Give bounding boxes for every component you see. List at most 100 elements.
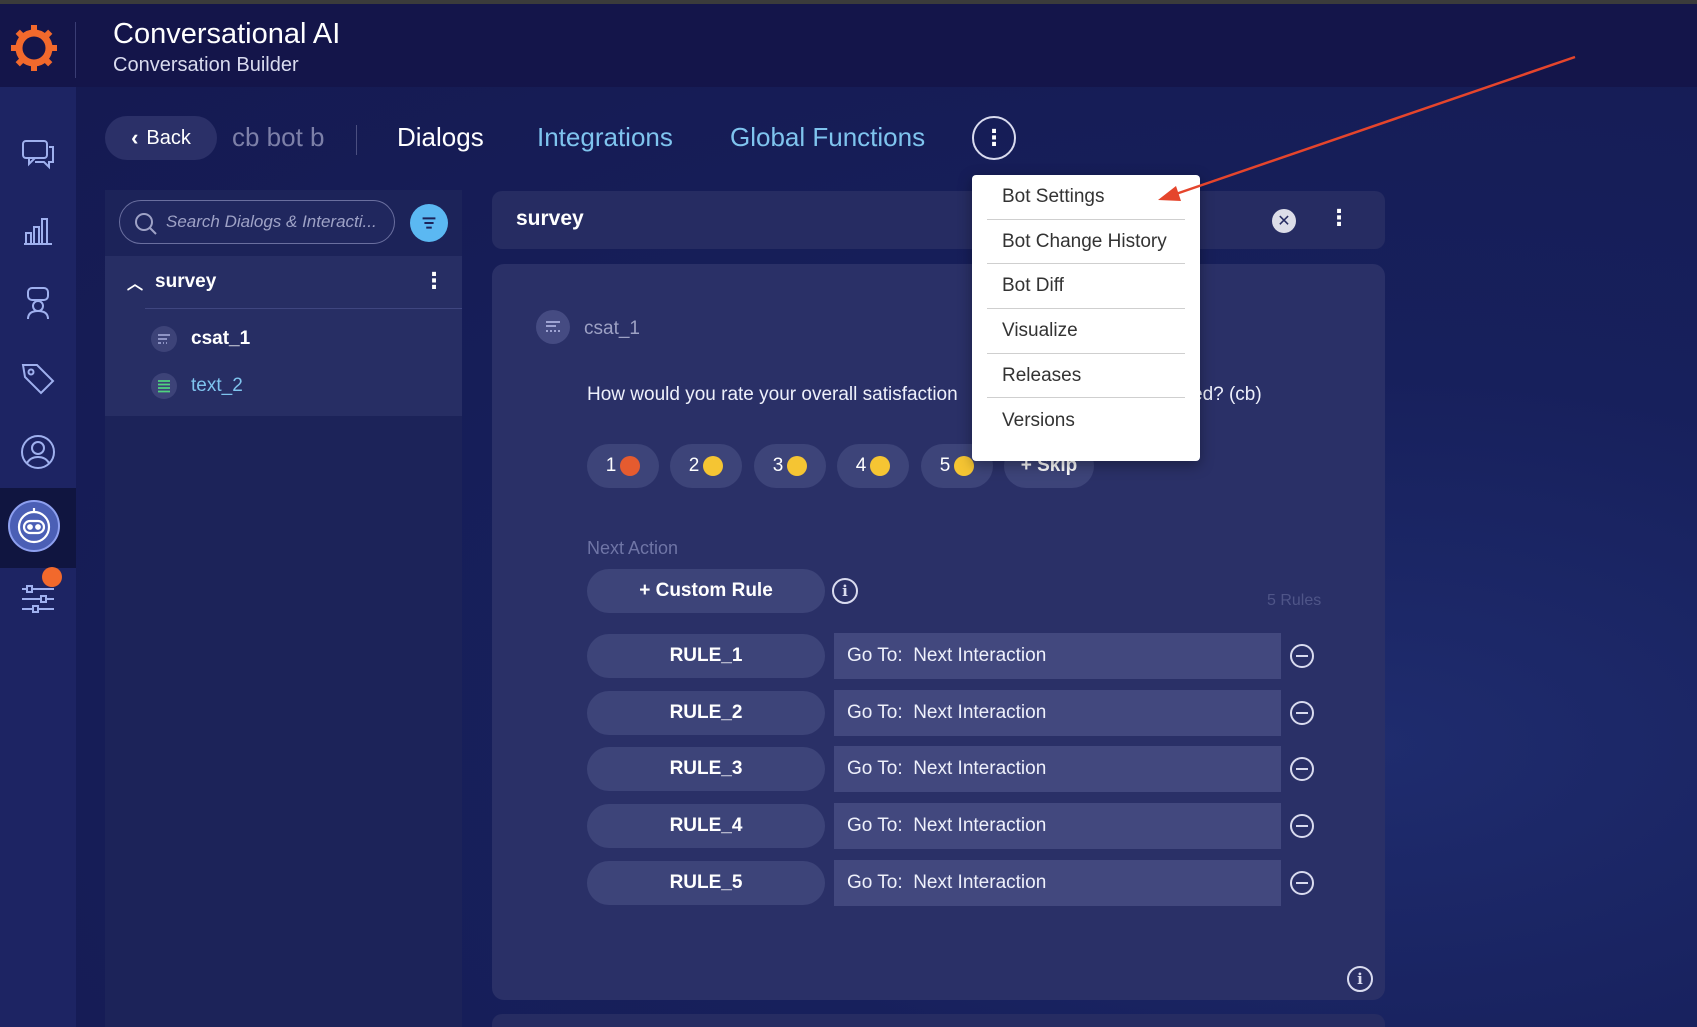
header-divider <box>75 22 76 78</box>
quick-reply-label: 3 <box>772 455 784 476</box>
question-text[interactable]: How would you rate your overall satisfac… <box>587 384 958 406</box>
goto-target: Next Interaction <box>913 758 1047 779</box>
quick-reply-4[interactable]: 4 <box>837 444 909 488</box>
back-button[interactable]: ‹ Back <box>105 116 217 160</box>
goto-label: Go To: <box>847 702 903 723</box>
rule-name-button[interactable]: RULE_3 <box>587 747 825 791</box>
tab-global-functions[interactable]: Global Functions <box>730 122 925 153</box>
chevron-left-icon: ‹ <box>131 125 139 150</box>
rule-name-button[interactable]: RULE_1 <box>587 634 825 678</box>
rule-goto-field[interactable]: Go To: Next Interaction <box>834 690 1281 736</box>
sad-emoji-icon <box>703 456 724 476</box>
chevron-up-icon: ︿ <box>127 276 144 293</box>
rule-name-button[interactable]: RULE_2 <box>587 691 825 735</box>
more-options-button[interactable]: ⋮ <box>972 116 1016 160</box>
slight-smile-emoji-icon <box>870 456 891 476</box>
question-text-end: ed? (cb) <box>1192 384 1262 405</box>
rail-analytics[interactable] <box>12 204 64 256</box>
quick-reply-1[interactable]: 1 <box>587 444 659 488</box>
agent-icon <box>27 287 49 320</box>
interaction-card: csat_1 How would you rate your overall s… <box>492 264 1385 1000</box>
remove-rule-minus-icon[interactable] <box>1290 701 1314 725</box>
analytics-icon <box>24 218 52 245</box>
dialog-item-survey[interactable]: ︿ survey <box>127 270 216 294</box>
brand-logo-icon[interactable] <box>10 24 58 72</box>
user-icon <box>21 435 55 469</box>
goto-target: Next Interaction <box>913 815 1047 836</box>
rule-row: RULE_4 Go To: Next Interaction <box>587 803 1347 849</box>
rule-row: RULE_5 Go To: Next Interaction <box>587 860 1347 906</box>
info-icon[interactable]: i <box>832 578 858 604</box>
remove-rule-minus-icon[interactable] <box>1290 814 1314 838</box>
filter-button[interactable] <box>410 204 448 242</box>
notification-badge <box>42 567 62 587</box>
quick-reply-label: 1 <box>605 455 617 476</box>
rule-row: RULE_3 Go To: Next Interaction <box>587 746 1347 792</box>
tree-divider <box>145 308 462 309</box>
remove-rule-minus-icon[interactable] <box>1290 644 1314 668</box>
goto-target: Next Interaction <box>913 872 1047 893</box>
nav-divider <box>356 125 357 155</box>
chat-icon <box>22 140 54 170</box>
rule-name-button[interactable]: RULE_4 <box>587 804 825 848</box>
survey-interaction-icon <box>536 310 570 344</box>
rail-conversation-builder[interactable] <box>8 500 60 552</box>
dialog-header-kebab-icon[interactable]: ⋮ <box>1328 205 1350 231</box>
remove-rule-minus-icon[interactable] <box>1290 757 1314 781</box>
tab-dialogs[interactable]: Dialogs <box>397 122 484 153</box>
interaction-item-csat-1[interactable]: csat_1 <box>151 326 250 352</box>
goto-label: Go To: <box>847 815 903 836</box>
search-icon <box>135 213 157 235</box>
app-title: Conversational AI <box>113 18 341 50</box>
quick-reply-2[interactable]: 2 <box>670 444 742 488</box>
goto-target: Next Interaction <box>913 645 1047 666</box>
goto-target: Next Interaction <box>913 702 1047 723</box>
rules-count: 5 Rules <box>1267 592 1322 609</box>
menu-item-bot-change-history[interactable]: Bot Change History <box>987 220 1185 265</box>
menu-item-versions[interactable]: Versions <box>987 398 1185 443</box>
dialogs-sidebar: Search Dialogs & Interacti... ︿ survey ⋮… <box>105 190 462 1027</box>
next-action-label: Next Action <box>587 538 679 558</box>
rail-conversations[interactable] <box>12 128 64 180</box>
rule-row: RULE_2 Go To: Next Interaction <box>587 690 1347 736</box>
app-header: Conversational AI Conversation Builder <box>0 4 1697 87</box>
back-label: Back <box>146 126 191 149</box>
close-circle-icon[interactable]: ✕ <box>1272 209 1296 233</box>
menu-item-bot-diff[interactable]: Bot Diff <box>987 264 1185 310</box>
search-input[interactable]: Search Dialogs & Interacti... <box>119 200 395 244</box>
next-card-edge <box>492 1014 1385 1027</box>
menu-item-visualize[interactable]: Visualize <box>987 309 1185 354</box>
dialog-header: survey ✕ ⋮ <box>492 191 1385 249</box>
custom-rule-button[interactable]: + Custom Rule <box>587 569 825 613</box>
app-subtitle: Conversation Builder <box>113 54 299 76</box>
card-info-icon[interactable]: i <box>1347 966 1373 992</box>
tab-integrations[interactable]: Integrations <box>537 122 673 153</box>
bot-icon <box>17 508 51 544</box>
rail-users[interactable] <box>12 426 64 478</box>
interaction-item-text-2[interactable]: text_2 <box>151 373 243 399</box>
rail-agents[interactable] <box>12 277 64 329</box>
rule-goto-field[interactable]: Go To: Next Interaction <box>834 633 1281 679</box>
rule-goto-field[interactable]: Go To: Next Interaction <box>834 803 1281 849</box>
quick-reply-3[interactable]: 3 <box>754 444 826 488</box>
menu-item-releases[interactable]: Releases <box>987 354 1185 399</box>
dialog-title: survey <box>516 207 584 230</box>
goto-label: Go To: <box>847 645 903 666</box>
remove-rule-minus-icon[interactable] <box>1290 871 1314 895</box>
tag-icon <box>21 364 55 395</box>
interaction-label: text_2 <box>191 375 243 396</box>
rule-goto-field[interactable]: Go To: Next Interaction <box>834 860 1281 906</box>
kebab-icon: ⋮ <box>983 125 1005 150</box>
interaction-label: csat_1 <box>191 328 251 349</box>
quick-reply-label: 5 <box>939 455 951 476</box>
text-interaction-icon <box>151 373 177 399</box>
rule-goto-field[interactable]: Go To: Next Interaction <box>834 746 1281 792</box>
dialog-kebab-icon[interactable]: ⋮ <box>423 268 445 294</box>
rail-tags[interactable] <box>12 352 64 404</box>
dialog-label: survey <box>155 271 217 292</box>
survey-interaction-icon <box>151 326 177 352</box>
rule-name-button[interactable]: RULE_5 <box>587 861 825 905</box>
menu-item-bot-settings[interactable]: Bot Settings <box>987 175 1185 220</box>
angry-emoji-icon <box>620 456 641 476</box>
rule-row: RULE_1 Go To: Next Interaction <box>587 633 1347 679</box>
